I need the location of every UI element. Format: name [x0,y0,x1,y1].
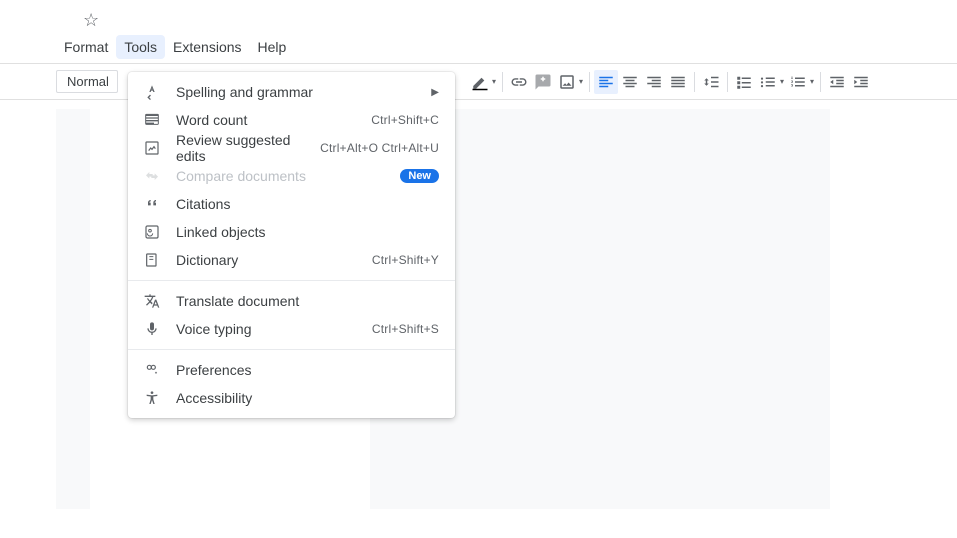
microphone-icon [142,319,162,339]
add-comment-button[interactable] [531,70,555,94]
new-badge: New [400,169,439,183]
menu-shortcut: Ctrl+Alt+O Ctrl+Alt+U [320,141,439,155]
menu-tools[interactable]: Tools [116,35,165,59]
menu-item-dictionary[interactable]: Dictionary Ctrl+Shift+Y [128,246,455,274]
dropdown-caret-icon[interactable]: ▾ [577,77,585,86]
linked-objects-icon [142,222,162,242]
checklist-button[interactable] [732,70,756,94]
menubar: Format Tools Extensions Help [0,33,957,64]
review-icon [142,138,162,158]
insert-image-button[interactable] [555,70,579,94]
menu-item-label: Compare documents [176,168,400,184]
numbered-list-button[interactable] [786,70,810,94]
menu-item-label: Voice typing [176,321,372,337]
star-icon[interactable]: ☆ [83,10,99,30]
menu-item-linked-objects[interactable]: Linked objects [128,218,455,246]
preferences-icon [142,360,162,380]
translate-icon [142,291,162,311]
menu-item-label: Spelling and grammar [176,84,431,100]
dropdown-caret-icon[interactable]: ▾ [778,77,786,86]
line-spacing-button[interactable] [699,70,723,94]
bulleted-list-button[interactable] [756,70,780,94]
separator [589,72,590,92]
dropdown-caret-icon[interactable]: ▾ [490,77,498,86]
separator [502,72,503,92]
paragraph-style-select[interactable]: Normal [56,70,118,93]
menu-item-compare: Compare documents New [128,162,455,190]
citations-icon [142,194,162,214]
separator [820,72,821,92]
menu-item-label: Word count [176,112,371,128]
insert-link-button[interactable] [507,70,531,94]
menu-item-label: Dictionary [176,252,372,268]
menu-item-label: Linked objects [176,224,439,240]
highlight-color-button[interactable] [468,70,492,94]
menu-item-review[interactable]: Review suggested edits Ctrl+Alt+O Ctrl+A… [128,134,455,162]
menu-extensions[interactable]: Extensions [165,35,249,59]
menu-separator [128,280,455,281]
menu-item-spelling[interactable]: Spelling and grammar ▶ [128,78,455,106]
menu-item-voice-typing[interactable]: Voice typing Ctrl+Shift+S [128,315,455,343]
align-center-button[interactable] [618,70,642,94]
compare-icon [142,166,162,186]
separator [727,72,728,92]
align-left-button[interactable] [594,70,618,94]
menu-item-label: Accessibility [176,390,439,406]
menu-help[interactable]: Help [250,35,295,59]
menu-item-accessibility[interactable]: Accessibility [128,384,455,412]
accessibility-icon [142,388,162,408]
menu-item-label: Citations [176,196,439,212]
spellcheck-icon [142,82,162,102]
menu-item-label: Review suggested edits [176,132,320,164]
wordcount-icon [142,110,162,130]
dropdown-caret-icon[interactable]: ▾ [808,77,816,86]
menu-item-wordcount[interactable]: Word count Ctrl+Shift+C [128,106,455,134]
separator [694,72,695,92]
menu-item-translate[interactable]: Translate document [128,287,455,315]
align-right-button[interactable] [642,70,666,94]
menu-item-preferences[interactable]: Preferences [128,356,455,384]
increase-indent-button[interactable] [849,70,873,94]
menu-format[interactable]: Format [56,35,116,59]
submenu-arrow-icon: ▶ [431,87,439,98]
menu-shortcut: Ctrl+Shift+S [372,322,439,336]
menu-separator [128,349,455,350]
menu-shortcut: Ctrl+Shift+Y [372,253,439,267]
menu-item-label: Translate document [176,293,439,309]
dictionary-icon [142,250,162,270]
decrease-indent-button[interactable] [825,70,849,94]
menu-item-label: Preferences [176,362,439,378]
menu-item-citations[interactable]: Citations [128,190,455,218]
tools-dropdown: Spelling and grammar ▶ Word count Ctrl+S… [128,72,455,418]
align-justify-button[interactable] [666,70,690,94]
menu-shortcut: Ctrl+Shift+C [371,113,439,127]
